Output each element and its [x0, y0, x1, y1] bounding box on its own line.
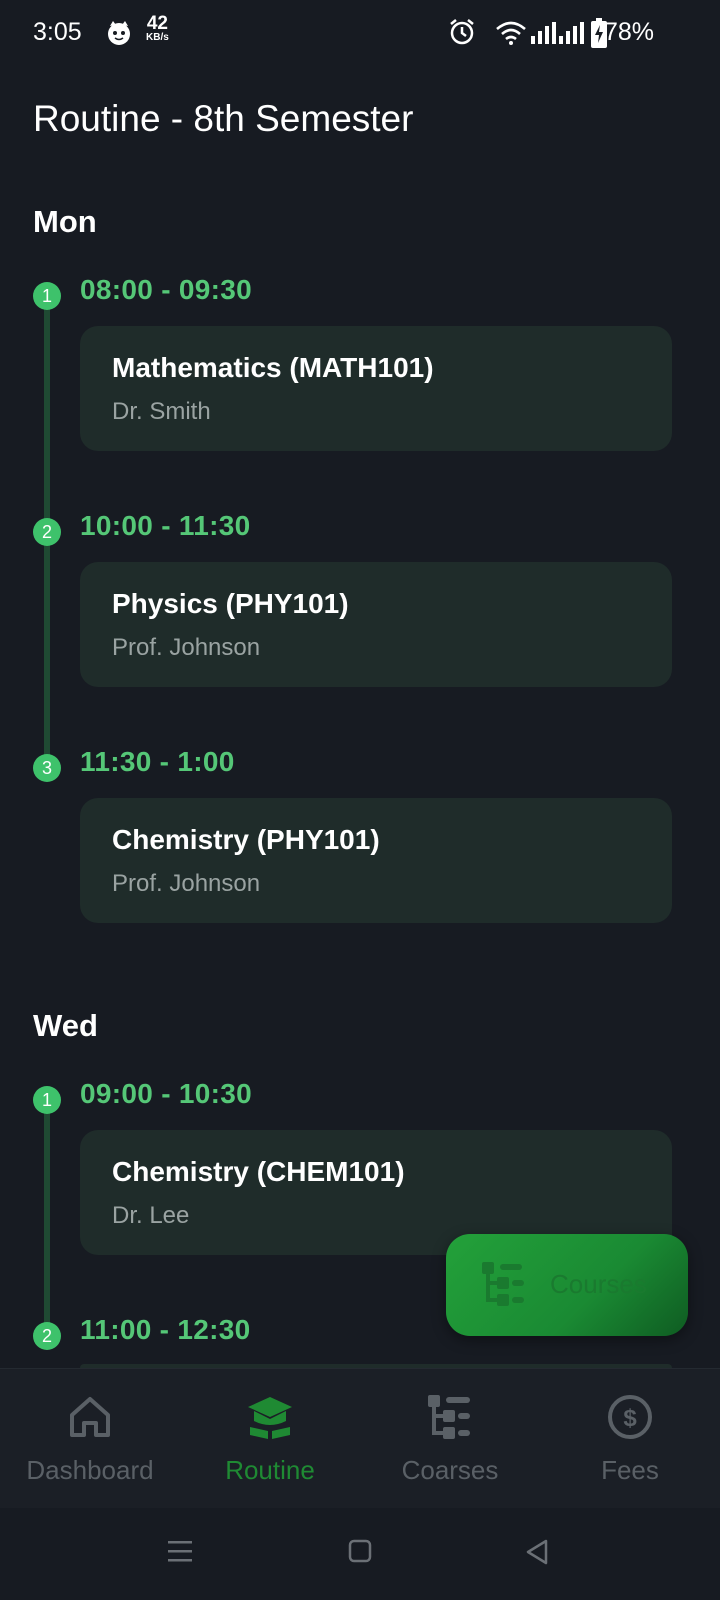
nav-item-routine[interactable]: Routine [180, 1369, 360, 1509]
status-time: 3:05 [33, 18, 82, 46]
nav-item-courses[interactable]: Coarses [360, 1369, 540, 1509]
signal-1-icon [531, 22, 556, 44]
cat-notification-icon [108, 21, 130, 45]
timeline-line-wed [44, 1100, 50, 1340]
class-card-physics[interactable]: Physics (PHY101) Prof. Johnson [80, 562, 672, 687]
nav-item-fees[interactable]: $ Fees [540, 1369, 720, 1509]
nav-label-courses: Coarses [401, 1455, 499, 1485]
timeline-node: 3 [33, 754, 61, 782]
dollar-circle-icon: $ [608, 1395, 652, 1439]
class-time: 09:00 - 10:30 [80, 1078, 253, 1109]
nav-label-fees: Fees [601, 1455, 659, 1485]
bottom-navigation: Dashboard Routine Coarses $ Fees [0, 1368, 720, 1509]
home-square-icon[interactable] [347, 1538, 373, 1564]
nav-label-routine: Routine [225, 1455, 315, 1485]
timeline-node: 2 [33, 1322, 61, 1350]
timeline-node: 1 [33, 282, 61, 310]
courses-fab-button[interactable]: Courses [446, 1234, 688, 1336]
courses-fab-label: Courses [550, 1269, 647, 1299]
home-icon [70, 1397, 110, 1437]
class-time: 11:00 - 12:30 [80, 1314, 251, 1345]
day-header-wed: Wed [33, 1008, 98, 1043]
menu-icon[interactable] [166, 1538, 194, 1564]
signal-2-icon [559, 22, 584, 44]
wifi-icon [496, 21, 526, 45]
class-subject: Mathematics (MATH101) [112, 352, 434, 383]
network-speed: 42 KB/s [146, 14, 169, 43]
status-bar: 3:05 42 KB/s 78% [0, 0, 720, 68]
nav-item-dashboard[interactable]: Dashboard [0, 1369, 180, 1509]
alarm-icon [450, 19, 474, 45]
battery-percentage: 78% [603, 18, 654, 46]
class-subject: Chemistry (CHEM101) [112, 1156, 405, 1187]
class-card-chemistry[interactable]: Chemistry (PHY101) Prof. Johnson [80, 798, 672, 923]
class-card-math[interactable]: Mathematics (MATH101) Dr. Smith [80, 326, 672, 451]
class-teacher: Prof. Johnson [112, 870, 261, 897]
class-teacher: Prof. Johnson [112, 634, 261, 661]
class-time: 10:00 - 11:30 [80, 510, 251, 541]
page-title: Routine - 8th Semester [33, 98, 414, 139]
network-speed-value: 42 [146, 13, 168, 34]
courses-tree-icon [482, 1262, 524, 1306]
day-header-mon: Mon [33, 204, 97, 239]
svg-text:$: $ [623, 1405, 637, 1432]
class-subject: Physics (PHY101) [112, 588, 349, 619]
nav-label-dashboard: Dashboard [26, 1455, 154, 1485]
back-triangle-icon[interactable] [524, 1538, 550, 1566]
class-teacher: Dr. Smith [112, 398, 211, 425]
class-time: 11:30 - 1:00 [80, 746, 235, 777]
network-speed-unit: KB/s [146, 32, 169, 43]
courses-tree-icon [428, 1395, 470, 1439]
graduation-cap-icon [248, 1397, 292, 1439]
class-subject: Chemistry (PHY101) [112, 824, 380, 855]
timeline-node: 2 [33, 518, 61, 546]
system-navigation-bar [0, 1508, 720, 1600]
timeline-node: 1 [33, 1086, 61, 1114]
class-teacher: Dr. Lee [112, 1202, 190, 1229]
class-time: 08:00 - 09:30 [80, 274, 253, 305]
